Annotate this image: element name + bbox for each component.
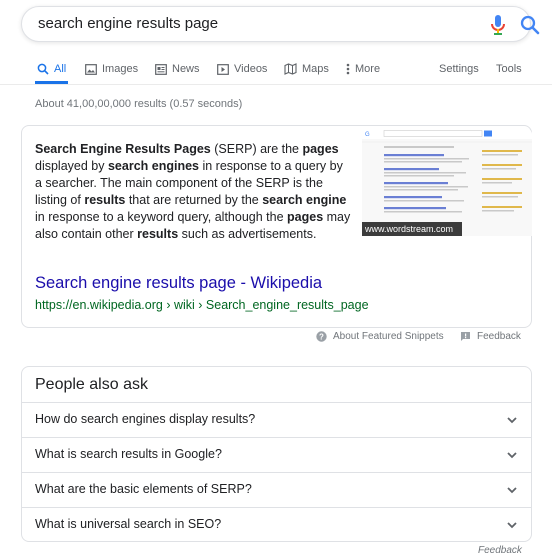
help-icon: ? xyxy=(316,331,327,342)
snippet-text-run: that are returned by the xyxy=(125,193,263,207)
chevron-down-icon xyxy=(507,487,517,494)
snippet-bold-term: pages xyxy=(302,142,339,156)
paa-question: What is universal search in SEO? xyxy=(35,517,222,531)
tab-maps[interactable]: Maps xyxy=(284,63,329,75)
tab-all[interactable]: All xyxy=(37,63,66,75)
search-bar[interactable]: search engine results page xyxy=(21,6,540,42)
snippet-text-run: (SERP) are the xyxy=(210,142,303,156)
search-input[interactable]: search engine results page xyxy=(38,15,218,32)
tab-videos[interactable]: Videos xyxy=(217,63,267,75)
snippet-bold-term: pages xyxy=(287,210,324,224)
svg-text:?: ? xyxy=(319,332,324,341)
result-title-link[interactable]: Search engine results page - Wikipedia xyxy=(35,274,322,293)
about-featured-snippets[interactable]: ? About Featured Snippets xyxy=(316,331,444,342)
search-tabs: All Images News Videos Maps More Setting… xyxy=(0,59,552,84)
snippet-text-run: such as advertisements. xyxy=(178,227,317,241)
snippet-image[interactable]: G www.wordstream.com xyxy=(362,128,532,236)
video-icon xyxy=(217,63,229,75)
snippet-text: Search Engine Results Pages (SERP) are t… xyxy=(35,141,353,243)
snippet-text-run: displayed by xyxy=(35,159,108,173)
paa-question-row[interactable]: What are the basic elements of SERP? xyxy=(22,472,531,507)
tab-label: All xyxy=(54,63,67,75)
about-snippets-label: About Featured Snippets xyxy=(333,331,444,342)
feedback-label: Feedback xyxy=(477,331,521,342)
image-source-caption: www.wordstream.com xyxy=(362,222,462,236)
tab-label: Tools xyxy=(496,63,522,75)
tab-label: More xyxy=(355,63,381,75)
paa-feedback-link[interactable]: Feedback xyxy=(478,545,522,556)
snippet-bold-term: search engine xyxy=(262,193,347,207)
snippet-text-run: in response to a keyword query, although… xyxy=(35,210,288,224)
tab-more[interactable]: More xyxy=(346,63,380,75)
featured-snippet: Search Engine Results Pages (SERP) are t… xyxy=(21,125,532,328)
svg-text:G: G xyxy=(365,132,370,138)
more-vert-icon xyxy=(346,63,350,75)
tab-label: Maps xyxy=(302,63,329,75)
tab-label: Images xyxy=(102,63,139,75)
snippet-bold-term: results xyxy=(84,193,126,207)
snippet-bold-term: results xyxy=(137,227,179,241)
snippet-bold-term: Search Engine Results Pages xyxy=(35,142,211,156)
map-icon xyxy=(284,63,297,75)
paa-question: How do search engines display results? xyxy=(35,412,256,426)
chevron-down-icon xyxy=(507,417,517,424)
search-icon[interactable] xyxy=(519,14,541,36)
news-icon xyxy=(155,63,167,75)
result-stats: About 41,00,00,000 results (0.57 seconds… xyxy=(35,98,243,110)
search-icon xyxy=(37,63,49,75)
tab-images[interactable]: Images xyxy=(85,63,138,75)
paa-question-row[interactable]: How do search engines display results? xyxy=(22,402,531,437)
paa-heading: People also ask xyxy=(35,376,148,393)
settings-link[interactable]: Settings xyxy=(439,63,479,75)
serp-screenshot-thumbnail: G xyxy=(362,128,532,236)
paa-question: What is search results in Google? xyxy=(35,447,222,461)
tab-label: Videos xyxy=(234,63,268,75)
tab-news[interactable]: News xyxy=(155,63,200,75)
chevron-down-icon xyxy=(507,522,517,529)
people-also-ask: People also ask How do search engines di… xyxy=(21,366,532,542)
snippet-bold-term: search engines xyxy=(107,159,199,173)
result-url[interactable]: https://en.wikipedia.org › wiki › Search… xyxy=(35,298,369,312)
tab-label: News xyxy=(172,63,200,75)
image-icon xyxy=(85,63,97,75)
divider xyxy=(0,84,552,85)
tools-link[interactable]: Tools xyxy=(496,63,522,75)
snippet-feedback[interactable]: Feedback xyxy=(460,331,521,342)
paa-question: What are the basic elements of SERP? xyxy=(35,482,252,496)
chevron-down-icon xyxy=(507,452,517,459)
paa-question-row[interactable]: What is universal search in SEO? xyxy=(22,507,531,542)
tab-label: Settings xyxy=(439,63,479,75)
feedback-icon xyxy=(461,332,470,341)
mic-icon[interactable] xyxy=(488,14,508,36)
paa-question-row[interactable]: What is search results in Google? xyxy=(22,437,531,472)
